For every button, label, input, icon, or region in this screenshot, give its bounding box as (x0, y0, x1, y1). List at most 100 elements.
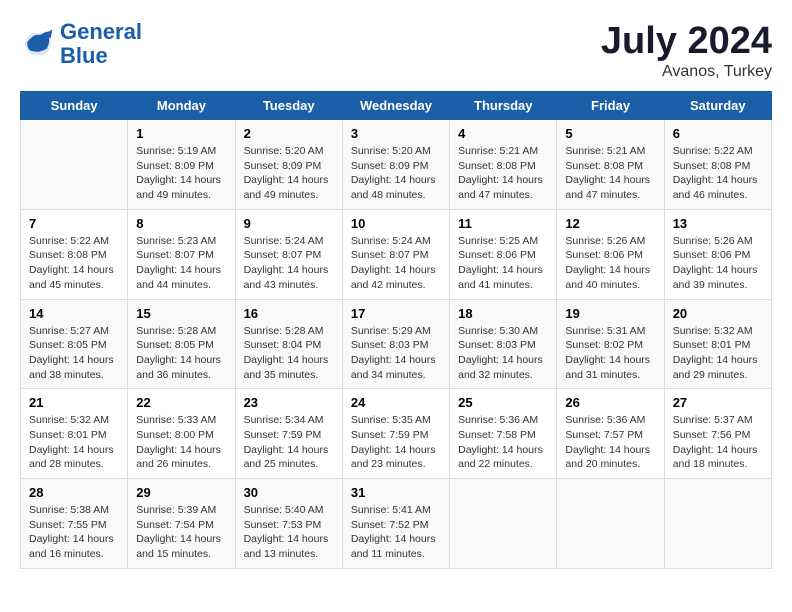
cell-content: Sunrise: 5:40 AMSunset: 7:53 PMDaylight:… (244, 503, 334, 562)
logo: General Blue (20, 20, 142, 68)
cell-content: Sunrise: 5:32 AMSunset: 8:01 PMDaylight:… (29, 413, 119, 472)
cell-content: Sunrise: 5:28 AMSunset: 8:04 PMDaylight:… (244, 324, 334, 383)
day-number: 15 (136, 306, 226, 321)
cell-content: Sunrise: 5:28 AMSunset: 8:05 PMDaylight:… (136, 324, 226, 383)
calendar-cell: 14 Sunrise: 5:27 AMSunset: 8:05 PMDayligh… (21, 299, 128, 389)
calendar-cell: 20 Sunrise: 5:32 AMSunset: 8:01 PMDayligh… (664, 299, 771, 389)
day-number: 2 (244, 126, 334, 141)
cell-content: Sunrise: 5:33 AMSunset: 8:00 PMDaylight:… (136, 413, 226, 472)
calendar-cell: 29Sunrise: 5:39 AMSunset: 7:54 PMDayligh… (128, 479, 235, 569)
day-number: 13 (673, 216, 763, 231)
day-number: 8 (136, 216, 226, 231)
header-row: SundayMondayTuesdayWednesdayThursdayFrid… (21, 92, 772, 120)
cell-content: Sunrise: 5:34 AMSunset: 7:59 PMDaylight:… (244, 413, 334, 472)
week-row-4: 21Sunrise: 5:32 AMSunset: 8:01 PMDayligh… (21, 389, 772, 479)
day-number: 31 (351, 485, 441, 500)
cell-content: Sunrise: 5:24 AMSunset: 8:07 PMDaylight:… (351, 234, 441, 293)
calendar-cell: 11Sunrise: 5:25 AMSunset: 8:06 PMDayligh… (450, 209, 557, 299)
calendar-cell: 17Sunrise: 5:29 AMSunset: 8:03 PMDayligh… (342, 299, 449, 389)
cell-content: Sunrise: 5:37 AMSunset: 7:56 PMDaylight:… (673, 413, 763, 472)
week-row-1: 1Sunrise: 5:19 AMSunset: 8:09 PMDaylight… (21, 120, 772, 210)
column-header-thursday: Thursday (450, 92, 557, 120)
day-number: 28 (29, 485, 119, 500)
day-number: 27 (673, 395, 763, 410)
cell-content: Sunrise: 5:20 AMSunset: 8:09 PMDaylight:… (244, 144, 334, 203)
day-number: 17 (351, 306, 441, 321)
calendar-cell: 24 Sunrise: 5:35 AMSunset: 7:59 PMDayligh… (342, 389, 449, 479)
calendar-cell: 13 Sunrise: 5:26 AMSunset: 8:06 PMDayligh… (664, 209, 771, 299)
subtitle: Avanos, Turkey (601, 63, 772, 81)
day-number: 5 (565, 126, 655, 141)
cell-content: Sunrise: 5:32 AMSunset: 8:01 PMDaylight:… (673, 324, 763, 383)
title-block: July 2024 Avanos, Turkey (601, 20, 772, 81)
day-number: 26 (565, 395, 655, 410)
day-number: 19 (565, 306, 655, 321)
cell-content: Sunrise: 5:21 AMSunset: 8:08 PMDaylight:… (565, 144, 655, 203)
calendar-cell: 9 Sunrise: 5:24 AMSunset: 8:07 PMDaylight… (235, 209, 342, 299)
cell-content: Sunrise: 5:26 AMSunset: 8:06 PMDaylight:… (673, 234, 763, 293)
column-header-friday: Friday (557, 92, 664, 120)
column-header-saturday: Saturday (664, 92, 771, 120)
calendar-cell (557, 479, 664, 569)
column-header-tuesday: Tuesday (235, 92, 342, 120)
calendar-cell: 22 Sunrise: 5:33 AMSunset: 8:00 PMDayligh… (128, 389, 235, 479)
cell-content: Sunrise: 5:27 AMSunset: 8:05 PMDaylight:… (29, 324, 119, 383)
cell-content: Sunrise: 5:19 AMSunset: 8:09 PMDaylight:… (136, 144, 226, 203)
column-header-wednesday: Wednesday (342, 92, 449, 120)
main-title: July 2024 (601, 20, 772, 63)
cell-content: Sunrise: 5:26 AMSunset: 8:06 PMDaylight:… (565, 234, 655, 293)
calendar-cell: 1Sunrise: 5:19 AMSunset: 8:09 PMDaylight… (128, 120, 235, 210)
cell-content: Sunrise: 5:21 AMSunset: 8:08 PMDaylight:… (458, 144, 548, 203)
cell-content: Sunrise: 5:35 AMSunset: 7:59 PMDaylight:… (351, 413, 441, 472)
cell-content: Sunrise: 5:41 AMSunset: 7:52 PMDaylight:… (351, 503, 441, 562)
day-number: 22 (136, 395, 226, 410)
day-number: 30 (244, 485, 334, 500)
column-header-sunday: Sunday (21, 92, 128, 120)
calendar-cell: 30 Sunrise: 5:40 AMSunset: 7:53 PMDayligh… (235, 479, 342, 569)
day-number: 9 (244, 216, 334, 231)
calendar-cell: 3Sunrise: 5:20 AMSunset: 8:09 PMDaylight… (342, 120, 449, 210)
calendar-cell: 6Sunrise: 5:22 AMSunset: 8:08 PMDaylight… (664, 120, 771, 210)
calendar-cell: 16 Sunrise: 5:28 AMSunset: 8:04 PMDayligh… (235, 299, 342, 389)
cell-content: Sunrise: 5:25 AMSunset: 8:06 PMDaylight:… (458, 234, 548, 293)
calendar-cell: 15 Sunrise: 5:28 AMSunset: 8:05 PMDayligh… (128, 299, 235, 389)
calendar-cell (664, 479, 771, 569)
day-number: 14 (29, 306, 119, 321)
cell-content: Sunrise: 5:36 AMSunset: 7:57 PMDaylight:… (565, 413, 655, 472)
calendar-cell: 23 Sunrise: 5:34 AMSunset: 7:59 PMDayligh… (235, 389, 342, 479)
cell-content: Sunrise: 5:38 AMSunset: 7:55 PMDaylight:… (29, 503, 119, 562)
day-number: 10 (351, 216, 441, 231)
calendar-cell: 7Sunrise: 5:22 AMSunset: 8:08 PMDaylight… (21, 209, 128, 299)
calendar-cell: 26 Sunrise: 5:36 AMSunset: 7:57 PMDayligh… (557, 389, 664, 479)
calendar-cell (450, 479, 557, 569)
calendar-cell: 27 Sunrise: 5:37 AMSunset: 7:56 PMDayligh… (664, 389, 771, 479)
cell-content: Sunrise: 5:23 AMSunset: 8:07 PMDaylight:… (136, 234, 226, 293)
cell-content: Sunrise: 5:20 AMSunset: 8:09 PMDaylight:… (351, 144, 441, 203)
day-number: 24 (351, 395, 441, 410)
calendar-cell: 4 Sunrise: 5:21 AMSunset: 8:08 PMDaylight… (450, 120, 557, 210)
column-header-monday: Monday (128, 92, 235, 120)
calendar-table: SundayMondayTuesdayWednesdayThursdayFrid… (20, 91, 772, 569)
calendar-cell: 18Sunrise: 5:30 AMSunset: 8:03 PMDayligh… (450, 299, 557, 389)
calendar-cell: 12Sunrise: 5:26 AMSunset: 8:06 PMDayligh… (557, 209, 664, 299)
page-header: General Blue July 2024 Avanos, Turkey (20, 20, 772, 81)
calendar-cell: 10 Sunrise: 5:24 AMSunset: 8:07 PMDayligh… (342, 209, 449, 299)
calendar-cell: 31 Sunrise: 5:41 AMSunset: 7:52 PMDayligh… (342, 479, 449, 569)
day-number: 20 (673, 306, 763, 321)
week-row-3: 14 Sunrise: 5:27 AMSunset: 8:05 PMDayligh… (21, 299, 772, 389)
cell-content: Sunrise: 5:39 AMSunset: 7:54 PMDaylight:… (136, 503, 226, 562)
calendar-cell (21, 120, 128, 210)
logo-line2: Blue (60, 43, 108, 68)
day-number: 4 (458, 126, 548, 141)
week-row-2: 7Sunrise: 5:22 AMSunset: 8:08 PMDaylight… (21, 209, 772, 299)
cell-content: Sunrise: 5:30 AMSunset: 8:03 PMDaylight:… (458, 324, 548, 383)
day-number: 16 (244, 306, 334, 321)
calendar-cell: 28 Sunrise: 5:38 AMSunset: 7:55 PMDayligh… (21, 479, 128, 569)
logo-line1: General (60, 19, 142, 44)
logo-icon (20, 26, 56, 62)
cell-content: Sunrise: 5:31 AMSunset: 8:02 PMDaylight:… (565, 324, 655, 383)
calendar-cell: 5 Sunrise: 5:21 AMSunset: 8:08 PMDaylight… (557, 120, 664, 210)
day-number: 23 (244, 395, 334, 410)
cell-content: Sunrise: 5:22 AMSunset: 8:08 PMDaylight:… (29, 234, 119, 293)
cell-content: Sunrise: 5:24 AMSunset: 8:07 PMDaylight:… (244, 234, 334, 293)
